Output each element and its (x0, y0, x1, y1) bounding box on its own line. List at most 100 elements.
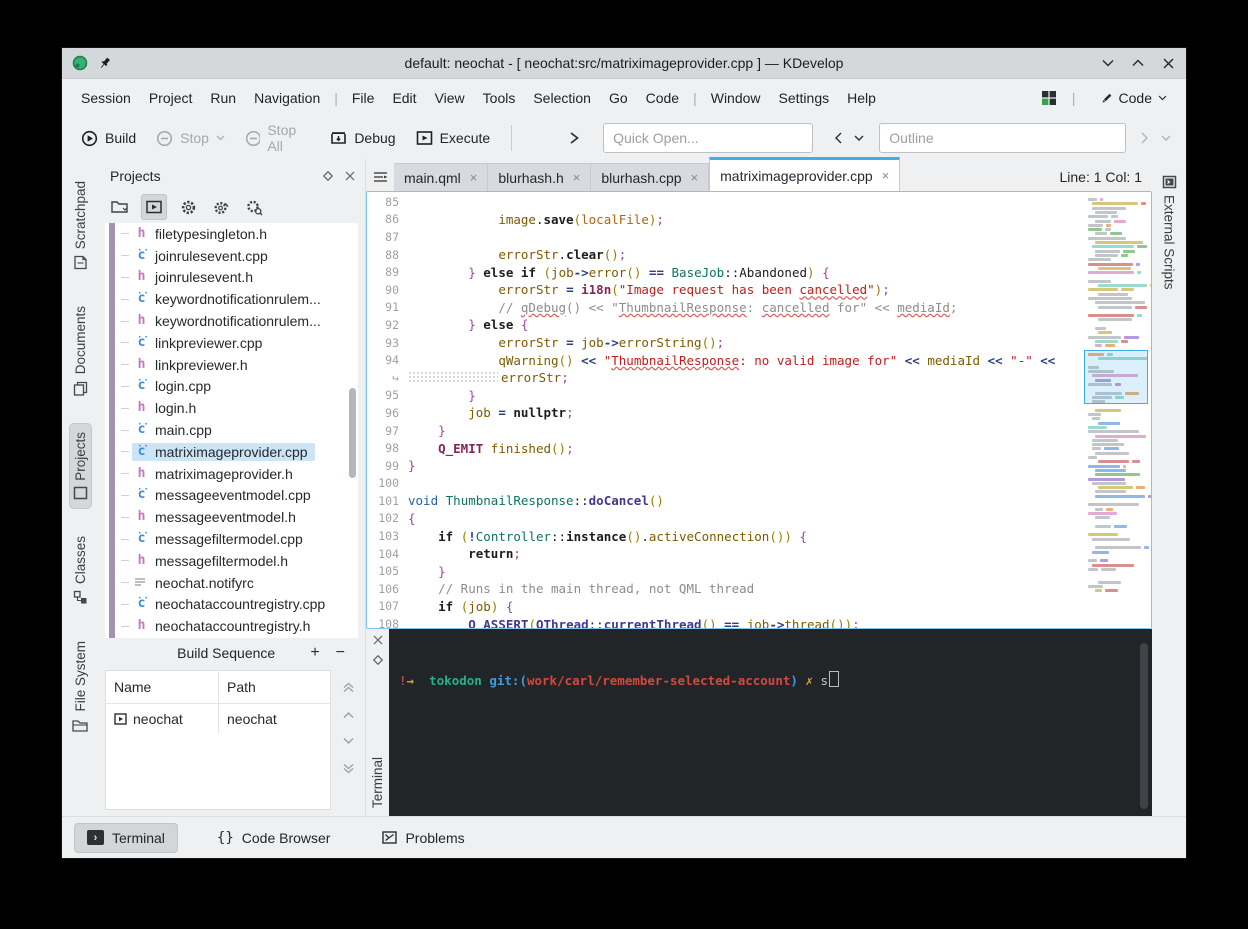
dock-tab-classes[interactable]: Classes (70, 528, 91, 613)
tab-close-icon[interactable]: × (882, 168, 890, 183)
dock-tab-documents[interactable]: Documents (70, 298, 91, 403)
menu-item-navigation[interactable]: Navigation (245, 85, 329, 111)
menu-item-code[interactable]: Code (637, 85, 688, 111)
move-down-icon[interactable] (342, 737, 355, 745)
tree-item[interactable]: c··messageeventmodel.cpp (105, 485, 358, 507)
tree-item[interactable]: c··keywordnotificationrulem... (105, 288, 358, 310)
menu-item-session[interactable]: Session (72, 85, 140, 111)
session-prompt-icon[interactable] (564, 127, 585, 149)
bottom-tab-terminal[interactable]: ›Terminal (75, 824, 177, 852)
dock-tab-filesystem[interactable]: File System (69, 633, 91, 740)
menu-item-file[interactable]: File (343, 85, 384, 111)
tree-item[interactable]: neochatconfig.kcfg (105, 637, 358, 638)
remove-build-item-button[interactable]: − (328, 644, 353, 662)
menu-item-run[interactable]: Run (201, 85, 245, 111)
pin-icon[interactable] (98, 56, 112, 70)
tree-item[interactable]: hjoinrulesevent.h (105, 267, 358, 289)
debug-button[interactable]: Debug (321, 124, 404, 152)
menu-item-project[interactable]: Project (140, 85, 202, 111)
dock-tab-external-scripts[interactable]: External Scripts (1159, 167, 1180, 298)
quick-open-input[interactable] (603, 123, 813, 153)
close-terminal-icon[interactable] (373, 635, 383, 645)
cpp-file-icon: c·· (134, 447, 149, 457)
tree-item[interactable]: neochat.notifyrc (105, 572, 358, 594)
editor-tab-blurhash-cpp[interactable]: blurhash.cpp× (591, 163, 709, 191)
bottom-tab-label: Code Browser (242, 830, 331, 846)
build-sequence-row[interactable]: neochatneochat (106, 704, 330, 734)
tree-item[interactable]: c··joinrulesevent.cpp (105, 245, 358, 267)
tree-item[interactable]: hmatriximageprovider.h (105, 463, 358, 485)
execute-button[interactable]: Execute (407, 124, 500, 152)
column-header-path[interactable]: Path (219, 679, 264, 695)
terminal-scrollbar[interactable] (1140, 643, 1148, 809)
tree-item[interactable]: hkeywordnotificationrulem... (105, 310, 358, 332)
open-project-icon[interactable] (108, 195, 132, 219)
minimize-icon[interactable] (1100, 55, 1116, 71)
stop-button[interactable]: Stop (147, 124, 234, 153)
code-mode-button[interactable]: Code (1091, 84, 1176, 112)
tree-item[interactable]: c··linkpreviewer.cpp (105, 332, 358, 354)
move-bottom-icon[interactable] (342, 763, 355, 774)
terminal-output[interactable]: !→ tokodon git:(work/carl/remember-selec… (389, 629, 1152, 816)
menu-item-selection[interactable]: Selection (524, 85, 600, 111)
tree-item[interactable]: hmessageeventmodel.h (105, 506, 358, 528)
editor-tab-main-qml[interactable]: main.qml× (394, 163, 488, 191)
tree-item[interactable]: hlinkpreviewer.h (105, 354, 358, 376)
close-panel-icon[interactable] (345, 171, 355, 181)
tree-item[interactable]: c··main.cpp (105, 419, 358, 441)
tree-item[interactable]: c··matriximageprovider.cpp (105, 441, 358, 463)
outline-input[interactable] (879, 123, 1126, 153)
workspace-grid-icon[interactable] (1041, 90, 1057, 106)
bottom-tab-problems[interactable]: Problems (370, 824, 476, 852)
run-configuration-icon[interactable] (141, 194, 167, 220)
menu-item-edit[interactable]: Edit (383, 85, 425, 111)
float-panel-icon[interactable] (323, 171, 333, 181)
cpp-file-icon: c·· (134, 599, 149, 609)
documents-icon (73, 381, 88, 396)
bottom-tab-code-browser[interactable]: {}Code Browser (205, 824, 343, 852)
tree-item[interactable]: hmessagefiltermodel.h (105, 550, 358, 572)
menu-item-tools[interactable]: Tools (474, 85, 525, 111)
stop-all-button[interactable]: Stop All (236, 116, 319, 160)
close-icon[interactable] (1160, 55, 1176, 71)
nav-forward-dropdown-icon[interactable] (1156, 131, 1176, 146)
add-build-item-button[interactable]: + (302, 644, 327, 662)
reload-gear-icon[interactable] (209, 195, 233, 219)
tree-item[interactable]: c··messagefiltermodel.cpp (105, 528, 358, 550)
menu-item-go[interactable]: Go (600, 85, 637, 111)
header-file-icon: h (134, 272, 149, 282)
filter-gear-icon[interactable] (242, 195, 266, 219)
tree-item[interactable]: c··neochataccountregistry.cpp (105, 594, 358, 616)
build-button[interactable]: Build (72, 124, 145, 153)
move-up-icon[interactable] (342, 711, 355, 719)
column-header-name[interactable]: Name (106, 671, 219, 703)
float-terminal-icon[interactable] (373, 655, 383, 665)
tree-item[interactable]: hfiletypesingleton.h (105, 223, 358, 245)
menu-item-view[interactable]: View (426, 85, 474, 111)
move-top-icon[interactable] (342, 682, 355, 693)
tab-close-icon[interactable]: × (573, 170, 581, 185)
tab-close-icon[interactable]: × (470, 170, 478, 185)
dock-tab-scratchpad[interactable]: Scratchpad (70, 173, 91, 278)
minimap[interactable] (1083, 192, 1151, 628)
maximize-icon[interactable] (1130, 55, 1146, 71)
tree-item-inner: hlinkpreviewer.h (132, 356, 255, 374)
menu-item-help[interactable]: Help (838, 85, 885, 111)
minimap-viewport[interactable] (1084, 350, 1148, 404)
editor-tab-blurhash-h[interactable]: blurhash.h× (488, 163, 591, 191)
nav-back-icon[interactable] (829, 128, 847, 148)
editor[interactable]: 8586 image.save(localFile);8788 errorStr… (366, 191, 1152, 629)
nav-back-dropdown-icon[interactable] (849, 131, 869, 146)
editor-tab-matriximageprovider-cpp[interactable]: matriximageprovider.cpp× (709, 157, 900, 191)
tree-item[interactable]: hneochataccountregistry.h (105, 615, 358, 637)
menu-item-window[interactable]: Window (702, 85, 770, 111)
dock-tab-projects[interactable]: Projects (70, 424, 91, 509)
build-settings-gear-icon[interactable] (176, 195, 200, 219)
tree-item[interactable]: hlogin.h (105, 397, 358, 419)
document-list-icon[interactable] (366, 171, 394, 191)
tree-scrollbar[interactable] (349, 388, 356, 478)
tab-close-icon[interactable]: × (691, 170, 699, 185)
nav-forward-icon[interactable] (1136, 128, 1154, 148)
menu-item-settings[interactable]: Settings (770, 85, 839, 111)
tree-item[interactable]: c··login.cpp (105, 376, 358, 398)
